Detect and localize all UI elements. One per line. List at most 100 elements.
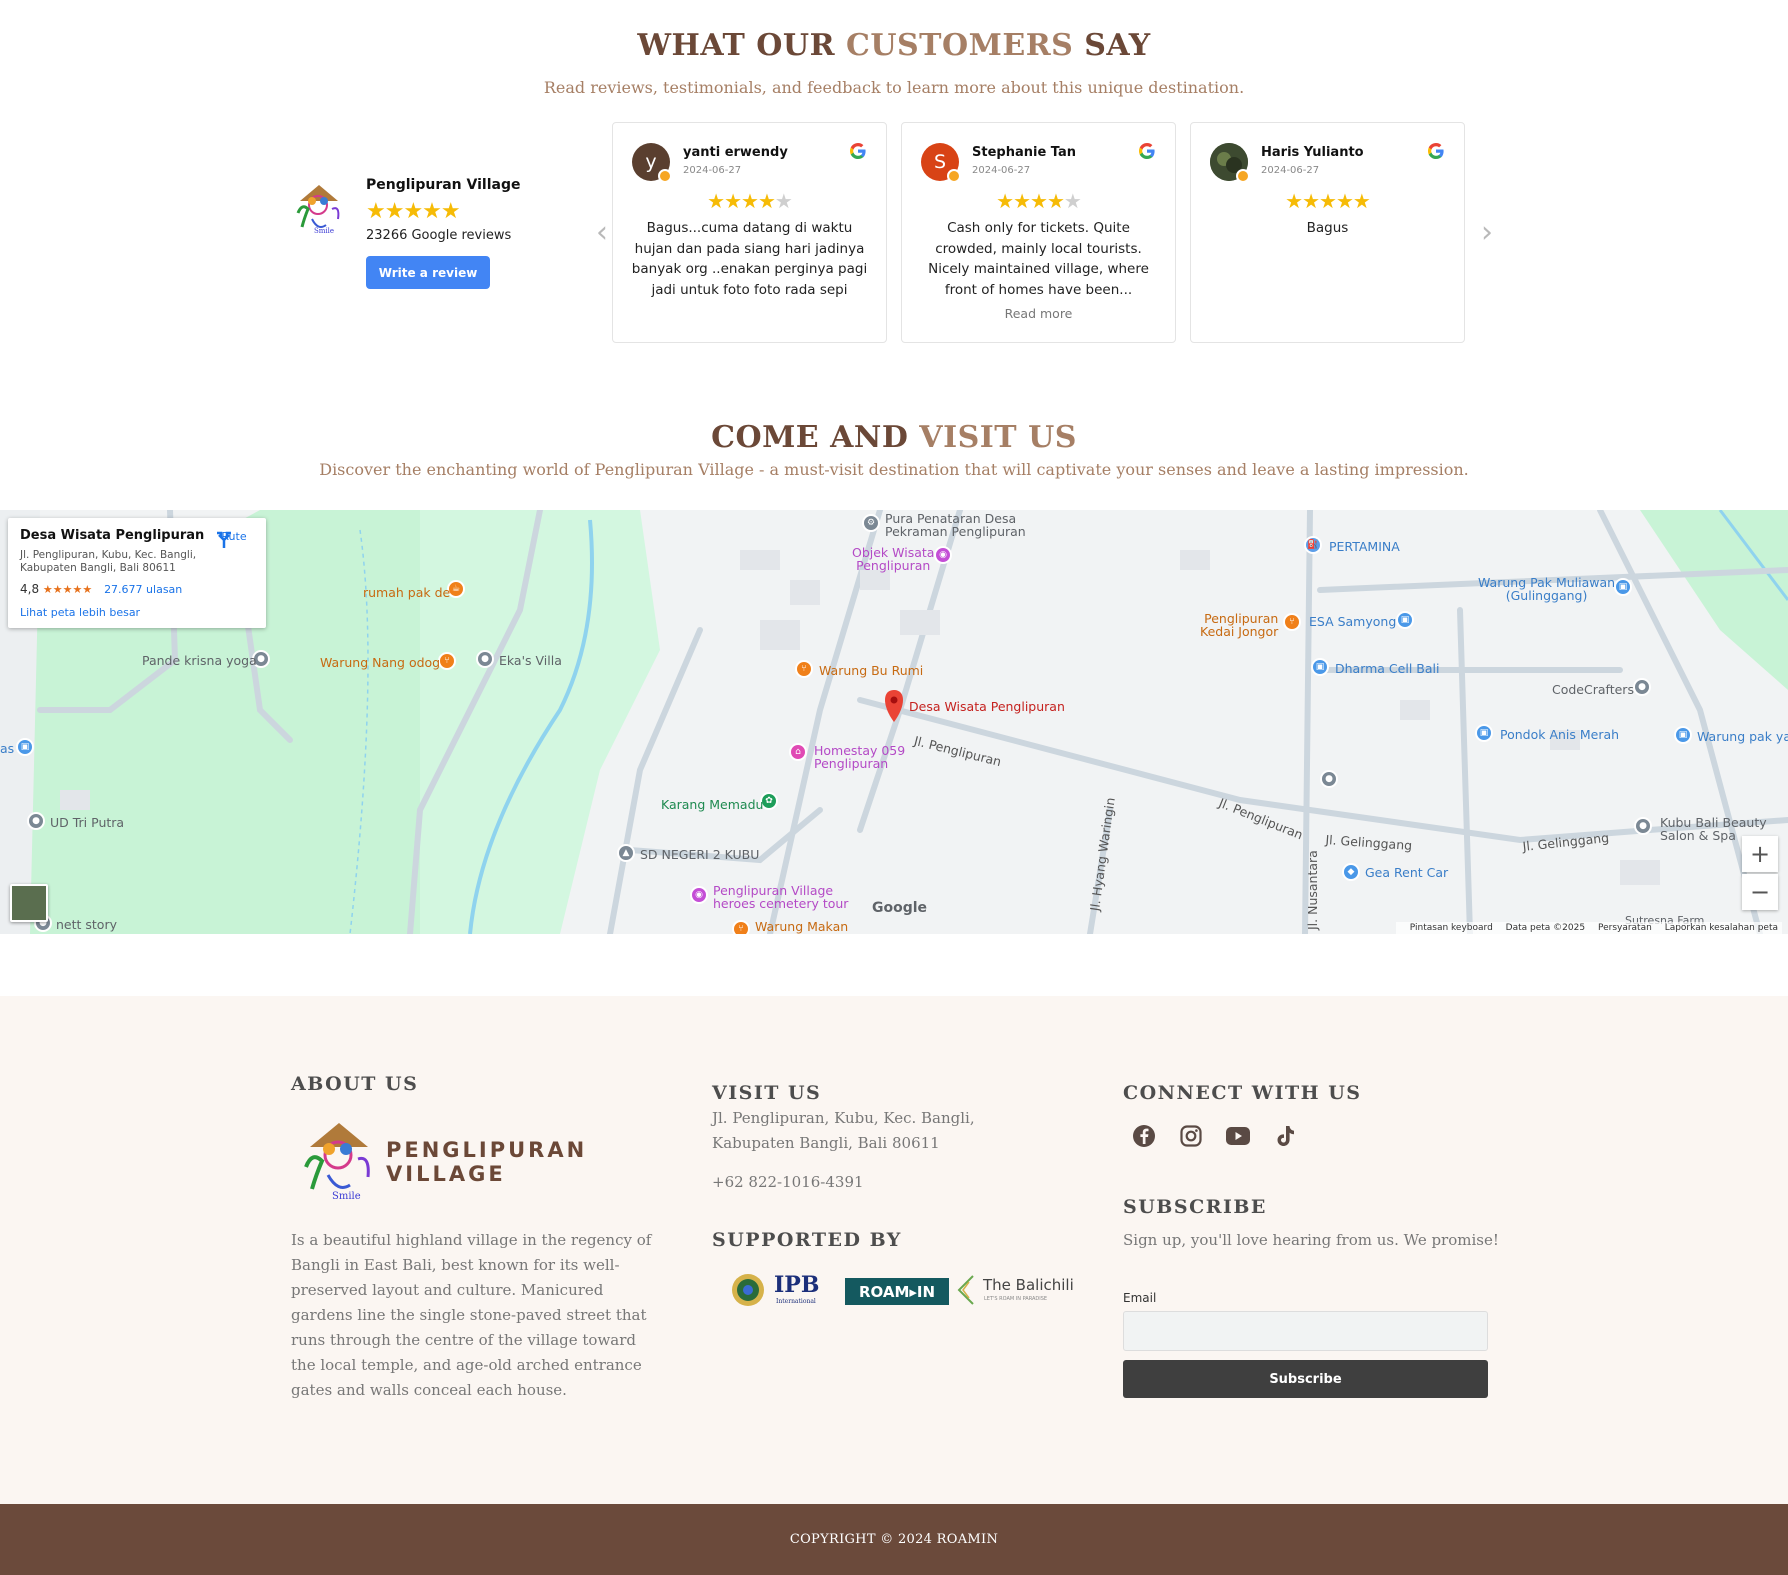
map-label[interactable]: CodeCrafters (1552, 683, 1634, 696)
connect-title: CONNECT WITH US (1123, 1082, 1362, 1104)
map-label[interactable]: Jl. Nusantara (1305, 850, 1320, 930)
avatar: S (921, 143, 961, 183)
restaurant-icon[interactable]: ⑂ (795, 660, 813, 678)
carousel-next-icon[interactable]: › (1477, 218, 1497, 248)
subscribe-button[interactable]: Subscribe (1123, 1360, 1488, 1398)
view-larger-map-link[interactable]: Lihat peta lebih besar (20, 606, 140, 619)
keyboard-shortcuts-link[interactable]: Pintasan keyboard (1410, 923, 1493, 933)
svg-text:Smile: Smile (314, 227, 334, 235)
business-summary: Smile Penglipuran Village ★★★★★ 23266 Go… (292, 175, 522, 295)
shop-icon[interactable]: ▣ (1396, 611, 1414, 629)
map-label[interactable]: nett story (56, 918, 117, 931)
car-rental-icon[interactable]: ◆ (1342, 863, 1360, 881)
facebook-icon[interactable] (1130, 1122, 1158, 1150)
attraction-icon[interactable]: ◉ (934, 546, 952, 564)
business-review-count: 23266 Google reviews (366, 228, 512, 243)
review-stars: ★★★★★ (996, 189, 1082, 213)
map-label[interactable]: Pande krisna yoga (142, 654, 257, 667)
zoom-out-button[interactable]: − (1742, 874, 1778, 910)
map-label[interactable]: Desa Wisata Penglipuran (909, 700, 1065, 713)
shop-icon[interactable]: ▣ (1475, 724, 1493, 742)
google-icon (1428, 143, 1444, 159)
map-label[interactable]: Warung Bu Rumi (819, 664, 923, 677)
map-label[interactable]: Penglipuran Village heroes cemetery tour (713, 884, 848, 910)
map-attribution: Pintasan keyboard Data peta ©2025 Persya… (1395, 922, 1782, 934)
map-label[interactable]: Warung Pak Muliawan (Gulinggang) (1478, 576, 1615, 602)
restaurant-icon[interactable]: ⑂ (438, 652, 456, 670)
review-card: S Stephanie Tan 2024-06-27 ★★★★★ Cash on… (901, 122, 1176, 343)
write-review-button[interactable]: Write a review (366, 256, 490, 289)
attraction-icon[interactable]: ◉ (690, 886, 708, 904)
restaurant-icon[interactable]: ⑂ (1283, 613, 1301, 631)
zoom-in-button[interactable]: + (1742, 836, 1778, 872)
copyright-text: COPYRIGHT © 2024 ROAMIN (789, 1532, 999, 1547)
map-label[interactable]: Gea Rent Car (1365, 866, 1448, 879)
directions-button[interactable]: Rute (214, 530, 254, 548)
map-label[interactable]: Warung pak yas (1697, 730, 1788, 743)
email-label: Email (1123, 1291, 1157, 1305)
youtube-icon[interactable] (1224, 1122, 1252, 1150)
shop-icon[interactable]: ▣ (16, 738, 34, 756)
map-label[interactable]: Warung Makan (755, 920, 848, 933)
reviewer-name: Haris Yulianto (1261, 145, 1364, 160)
ipb-logo: IPB International (728, 1272, 824, 1308)
map-label[interactable]: Pondok Anis Merah (1500, 728, 1619, 741)
tiktok-icon[interactable] (1271, 1122, 1299, 1150)
temple-icon[interactable]: ⚙ (862, 514, 880, 532)
map-label[interactable]: Penglipuran Kedai Jongor (1200, 612, 1278, 638)
place-icon[interactable]: ● (476, 650, 494, 668)
logo-line-2: VILLAGE (386, 1162, 506, 1186)
school-icon[interactable]: ▲ (617, 844, 635, 862)
avatar (1210, 143, 1250, 183)
place-icon[interactable]: ● (1320, 770, 1338, 788)
place-icon[interactable]: ● (1633, 678, 1651, 696)
restaurant-icon[interactable]: ⑂ (732, 920, 750, 934)
review-card: Haris Yulianto 2024-06-27 ★★★★★ Bagus (1190, 122, 1465, 343)
place-address: Jl. Penglipuran, Kubu, Kec. Bangli, Kabu… (20, 549, 197, 574)
map-label[interactable]: ESA Samyong (1309, 615, 1396, 628)
read-more-link[interactable]: Read more (902, 306, 1175, 321)
shop-icon[interactable]: ▣ (1614, 578, 1632, 596)
map-label[interactable]: as (0, 742, 14, 755)
report-error-link[interactable]: Laporkan kesalahan peta (1665, 923, 1778, 933)
map-label[interactable]: Karang Memadu (661, 798, 763, 811)
email-field[interactable] (1123, 1311, 1488, 1351)
map-label[interactable]: Eka's Villa (499, 654, 562, 667)
shop-icon[interactable]: ▣ (1311, 658, 1329, 676)
logo-line-1: PENGLIPURAN (386, 1138, 588, 1162)
map-label[interactable]: Dharma Cell Bali (1335, 662, 1439, 675)
map-label[interactable]: Homestay 059 Penglipuran (814, 744, 905, 770)
reviewer-name: yanti erwendy (683, 145, 788, 160)
carousel-prev-icon[interactable]: ‹ (592, 218, 612, 248)
google-icon (850, 143, 866, 159)
place-icon[interactable]: ● (1634, 817, 1652, 835)
satellite-layer-button[interactable] (10, 884, 48, 922)
google-logo: Google (872, 900, 928, 916)
visit-section-subtitle: Discover the enchanting world of Penglip… (319, 460, 1469, 479)
map-label[interactable]: SD NEGERI 2 KUBU (640, 848, 759, 861)
review-card: y yanti erwendy 2024-06-27 ★★★★★ Bagus..… (612, 122, 887, 343)
subscribe-title: SUBSCRIBE (1123, 1196, 1267, 1218)
map-info-card: Desa Wisata Penglipuran Jl. Penglipuran,… (8, 518, 266, 628)
map-label[interactable]: Objek Wisata Penglipuran (852, 546, 934, 572)
gas-station-icon[interactable]: ⛽ (1304, 536, 1322, 554)
business-name: Penglipuran Village (366, 177, 521, 193)
hotel-icon[interactable]: ⌂ (789, 743, 807, 761)
map-canvas[interactable] (0, 510, 1788, 934)
map-label[interactable]: Pura Penataran Desa Pekraman Penglipuran (885, 512, 1026, 538)
place-icon[interactable]: ● (27, 812, 45, 830)
shop-icon[interactable]: ▣ (1674, 726, 1692, 744)
map-label[interactable]: Warung Nang odog (320, 656, 440, 669)
map-label[interactable]: UD Tri Putra (50, 816, 124, 829)
review-date: 2024-06-27 (1261, 165, 1320, 176)
terms-link[interactable]: Persyaratan (1598, 923, 1652, 933)
balichili-leaf-icon (957, 1275, 974, 1305)
instagram-icon[interactable] (1177, 1122, 1205, 1150)
map-label[interactable]: rumah pak de (363, 586, 450, 599)
footer-phone[interactable]: +62 822-1016-4391 (712, 1170, 864, 1195)
review-text: Bagus (1306, 220, 1349, 236)
directions-icon (217, 531, 231, 548)
map-label[interactable]: PERTAMINA (1329, 540, 1400, 553)
reviews-link[interactable]: 27.677 ulasan (104, 583, 182, 596)
embedded-map[interactable]: ⚙ ◉ ⛽ ▣ ☕ ⑂ ▣ ● ⑂ ● ⑂ ▣ ● ⌂ ▣ ▣ ▣ ✿ ● ● … (0, 510, 1788, 934)
